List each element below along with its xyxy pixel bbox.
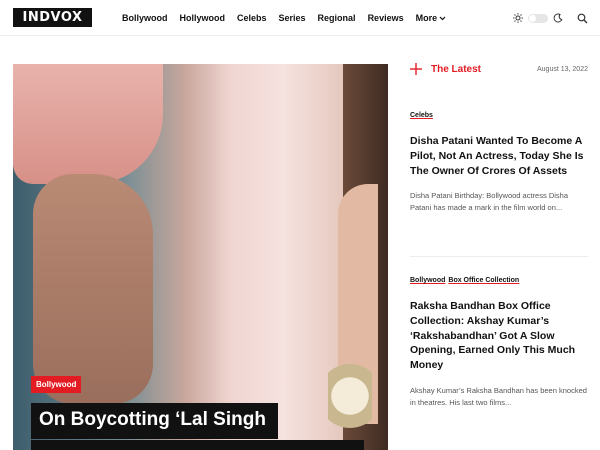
nav-item-celebs[interactable]: Celebs bbox=[237, 13, 267, 23]
nav-item-reviews[interactable]: Reviews bbox=[368, 13, 404, 23]
post-excerpt: Akshay Kumar’s Raksha Bandhan has been k… bbox=[410, 385, 587, 407]
nav-item-bollywood[interactable]: Bollywood bbox=[122, 13, 168, 23]
hero-title-background bbox=[31, 440, 364, 450]
post-title[interactable]: Raksha Bandhan Box Office Collection: Ak… bbox=[410, 299, 588, 373]
post-card: Bollywood Box Office Collection Raksha Ba… bbox=[410, 269, 588, 409]
nav-more-label: More bbox=[415, 13, 438, 23]
site-header: INDVOX Bollywood Hollywood Celebs Series… bbox=[0, 0, 600, 36]
hero-category-badge[interactable]: Bollywood bbox=[31, 376, 82, 393]
sun-icon[interactable] bbox=[513, 13, 523, 23]
post-excerpt: Disha Patani Birthday: Bollywood actress… bbox=[410, 191, 568, 213]
dark-mode-toggle[interactable] bbox=[528, 13, 548, 23]
chevron-down-icon bbox=[439, 16, 446, 20]
main-nav: Bollywood Hollywood Celebs Series Region… bbox=[122, 0, 458, 36]
post-divider bbox=[410, 256, 588, 257]
post-category-link[interactable]: Box Office Collection bbox=[448, 277, 519, 284]
latest-heading: The Latest bbox=[431, 64, 482, 75]
site-logo[interactable]: INDVOX bbox=[13, 8, 92, 27]
latest-header: The Latest August 13, 2022 bbox=[410, 62, 588, 78]
hero-photo-region bbox=[13, 64, 163, 184]
post-category-link[interactable]: Bollywood bbox=[410, 277, 445, 284]
latest-date: August 13, 2022 bbox=[537, 66, 588, 73]
post-card: Celebs Disha Patani Wanted To Become A P… bbox=[410, 104, 588, 214]
plus-icon bbox=[410, 63, 422, 75]
nav-item-more[interactable]: More bbox=[416, 13, 447, 23]
hero-title[interactable]: On Boycotting ‘Lal Singh bbox=[39, 409, 266, 431]
search-icon[interactable] bbox=[577, 13, 588, 24]
hero-photo-region bbox=[328, 364, 372, 444]
hero-photo-region bbox=[33, 174, 153, 404]
nav-item-series[interactable]: Series bbox=[279, 13, 306, 23]
post-categories: Celebs bbox=[410, 104, 588, 122]
nav-item-regional[interactable]: Regional bbox=[318, 13, 356, 23]
header-tools bbox=[513, 0, 588, 36]
nav-item-hollywood[interactable]: Hollywood bbox=[180, 13, 226, 23]
post-categories: Bollywood Box Office Collection bbox=[410, 269, 588, 287]
post-title[interactable]: Disha Patani Wanted To Become A Pilot, N… bbox=[410, 134, 588, 178]
moon-icon[interactable] bbox=[553, 13, 563, 23]
post-category-link[interactable]: Celebs bbox=[410, 112, 433, 119]
